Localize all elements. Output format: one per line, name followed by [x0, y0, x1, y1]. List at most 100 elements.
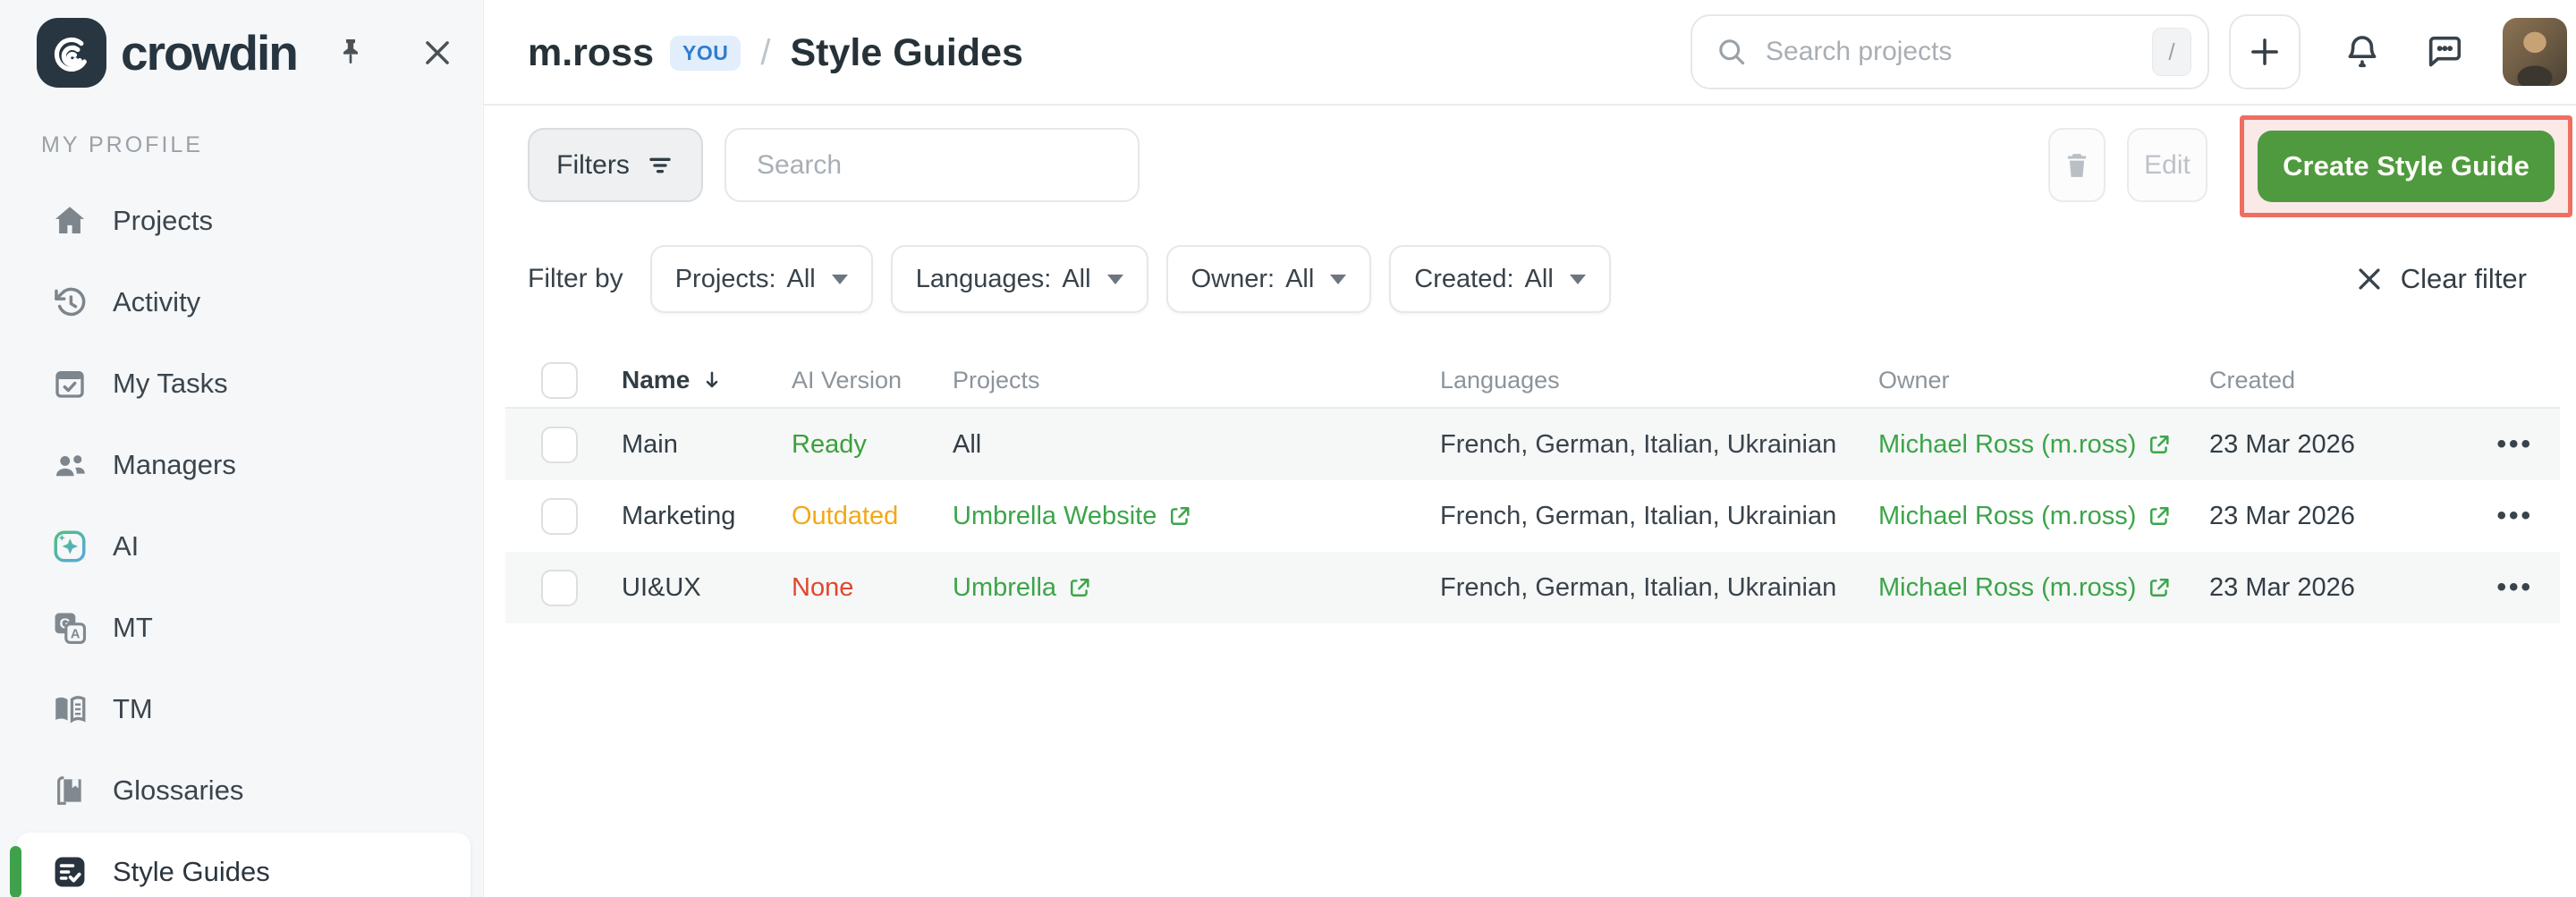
sidebar-item-label: Glossaries: [113, 774, 243, 807]
filters-button[interactable]: Filters: [528, 128, 703, 202]
page-title: Style Guides: [790, 31, 1022, 75]
ai-version-status: None: [792, 573, 853, 603]
edit-button[interactable]: Edit: [2127, 128, 2207, 202]
create-style-guide-label: Create Style Guide: [2283, 150, 2529, 182]
crowdin-logo-icon[interactable]: [37, 18, 106, 88]
select-all-checkbox[interactable]: [541, 362, 578, 399]
column-header-name-label: Name: [622, 366, 690, 394]
created-date: 23 Mar 2026: [2209, 552, 2355, 623]
row-actions-menu-icon[interactable]: •••: [2496, 501, 2533, 531]
filter-chip-languages[interactable]: Languages: All: [891, 245, 1148, 313]
ai-version-status: Outdated: [792, 502, 898, 531]
owner-link[interactable]: Michael Ross (m.ross): [1878, 430, 2172, 460]
project-link-label: Umbrella Website: [953, 502, 1157, 531]
sidebar-item-mt[interactable]: G A MT: [0, 587, 483, 668]
global-search[interactable]: /: [1690, 14, 2209, 89]
app: crowdin MY PROFILE: [0, 0, 2576, 897]
brand-wordmark: crowdin: [121, 24, 297, 81]
column-header-ai-version[interactable]: AI Version: [792, 353, 902, 407]
translation-memory-book-icon: [50, 690, 89, 729]
column-header-languages[interactable]: Languages: [1440, 353, 1560, 407]
breadcrumb: m.ross YOU / Style Guides: [528, 0, 1023, 106]
sidebar-item-activity[interactable]: Activity: [0, 261, 483, 343]
chevron-down-icon: [832, 275, 848, 284]
style-guide-name: Main: [622, 409, 678, 480]
home-icon: [50, 201, 89, 241]
row-actions-menu-icon[interactable]: •••: [2496, 572, 2533, 603]
column-header-created[interactable]: Created: [2209, 353, 2295, 407]
pin-sidebar-icon[interactable]: [333, 0, 369, 106]
row-checkbox[interactable]: [541, 570, 578, 606]
project-link[interactable]: Umbrella: [953, 573, 1092, 603]
sidebar-item-projects[interactable]: Projects: [0, 180, 483, 261]
owner-link[interactable]: Michael Ross (m.ross): [1878, 502, 2172, 531]
style-guides-table: Name AI Version Projects Languages Owner…: [505, 353, 2560, 623]
column-header-name[interactable]: Name: [622, 353, 724, 407]
create-new-button[interactable]: [2229, 14, 2301, 89]
search-shortcut-hint: /: [2152, 28, 2191, 76]
top-right-controls: /: [1690, 14, 2567, 89]
owner-link[interactable]: Michael Ross (m.ross): [1878, 573, 2172, 603]
row-checkbox[interactable]: [541, 498, 578, 535]
chevron-down-icon: [1570, 275, 1586, 284]
sidebar-item-label: TM: [113, 693, 153, 725]
filter-chip-value: All: [787, 265, 816, 294]
calendar-check-icon: [50, 364, 89, 403]
filter-chip-projects[interactable]: Projects: All: [650, 245, 873, 313]
notifications-bell-icon[interactable]: [2342, 31, 2383, 72]
filter-chip-value: All: [1525, 265, 1554, 294]
clear-filter-label: Clear filter: [2401, 263, 2527, 295]
created-date: 23 Mar 2026: [2209, 480, 2355, 552]
column-header-owner[interactable]: Owner: [1878, 353, 1950, 407]
column-header-projects[interactable]: Projects: [953, 353, 1040, 407]
main-area: m.ross YOU / Style Guides /: [484, 0, 2576, 897]
ai-version-status: Ready: [792, 430, 867, 460]
create-style-guide-button[interactable]: Create Style Guide: [2258, 131, 2555, 202]
sidebar-item-my-tasks[interactable]: My Tasks: [0, 343, 483, 424]
sidebar-item-managers[interactable]: Managers: [0, 424, 483, 505]
style-guide-name: UI&UX: [622, 552, 701, 623]
sidebar-item-label: My Tasks: [113, 368, 228, 400]
close-sidebar-icon[interactable]: [420, 0, 454, 106]
sidebar-item-label: Activity: [113, 286, 200, 318]
external-link-icon: [2147, 575, 2172, 600]
sidebar-item-tm[interactable]: TM: [0, 668, 483, 749]
filter-chip-value: All: [1062, 265, 1090, 294]
external-link-icon: [1167, 504, 1192, 529]
filter-chip-created[interactable]: Created: All: [1389, 245, 1610, 313]
sidebar-nav: Projects Activity: [0, 180, 483, 897]
filter-bar: Filter by Projects: All Languages: All O…: [528, 245, 2527, 313]
filter-by-label: Filter by: [528, 264, 623, 294]
sidebar-item-label: MT: [113, 612, 153, 644]
clear-filter-button[interactable]: Clear filter: [2354, 263, 2527, 295]
filter-icon: [646, 151, 674, 180]
breadcrumb-user[interactable]: m.ross: [528, 31, 654, 75]
project-value: All: [953, 409, 981, 480]
global-search-input[interactable]: [1764, 36, 2152, 68]
row-actions-menu-icon[interactable]: •••: [2496, 429, 2533, 460]
owner-link-label: Michael Ross (m.ross): [1878, 573, 2136, 603]
delete-button[interactable]: [2048, 128, 2106, 202]
annotation-highlight-box: Create Style Guide: [2240, 115, 2572, 217]
sidebar-item-glossaries[interactable]: Glossaries: [0, 749, 483, 831]
user-avatar[interactable]: [2503, 18, 2567, 86]
table-search-input[interactable]: [724, 128, 1140, 202]
project-link[interactable]: Umbrella Website: [953, 502, 1192, 531]
breadcrumb-separator: /: [760, 33, 770, 73]
machine-translation-icon: G A: [50, 608, 89, 647]
ai-sparkle-icon: [50, 527, 89, 566]
close-icon: [2354, 264, 2385, 294]
people-icon: [50, 445, 89, 485]
row-checkbox[interactable]: [541, 427, 578, 463]
sidebar-item-style-guides[interactable]: Style Guides: [0, 831, 483, 897]
filter-chip-owner[interactable]: Owner: All: [1166, 245, 1372, 313]
chevron-down-icon: [1107, 275, 1123, 284]
table-row: Main Ready All French, German, Italian, …: [505, 409, 2560, 480]
active-item-accent-bar: [10, 846, 21, 897]
filter-chip-label: Owner:: [1191, 265, 1275, 294]
sidebar-item-ai[interactable]: AI: [0, 505, 483, 587]
sidebar: crowdin MY PROFILE: [0, 0, 484, 897]
sidebar-header: crowdin: [0, 0, 483, 106]
style-guide-name: Marketing: [622, 480, 735, 552]
messages-chat-icon[interactable]: [2424, 31, 2465, 72]
